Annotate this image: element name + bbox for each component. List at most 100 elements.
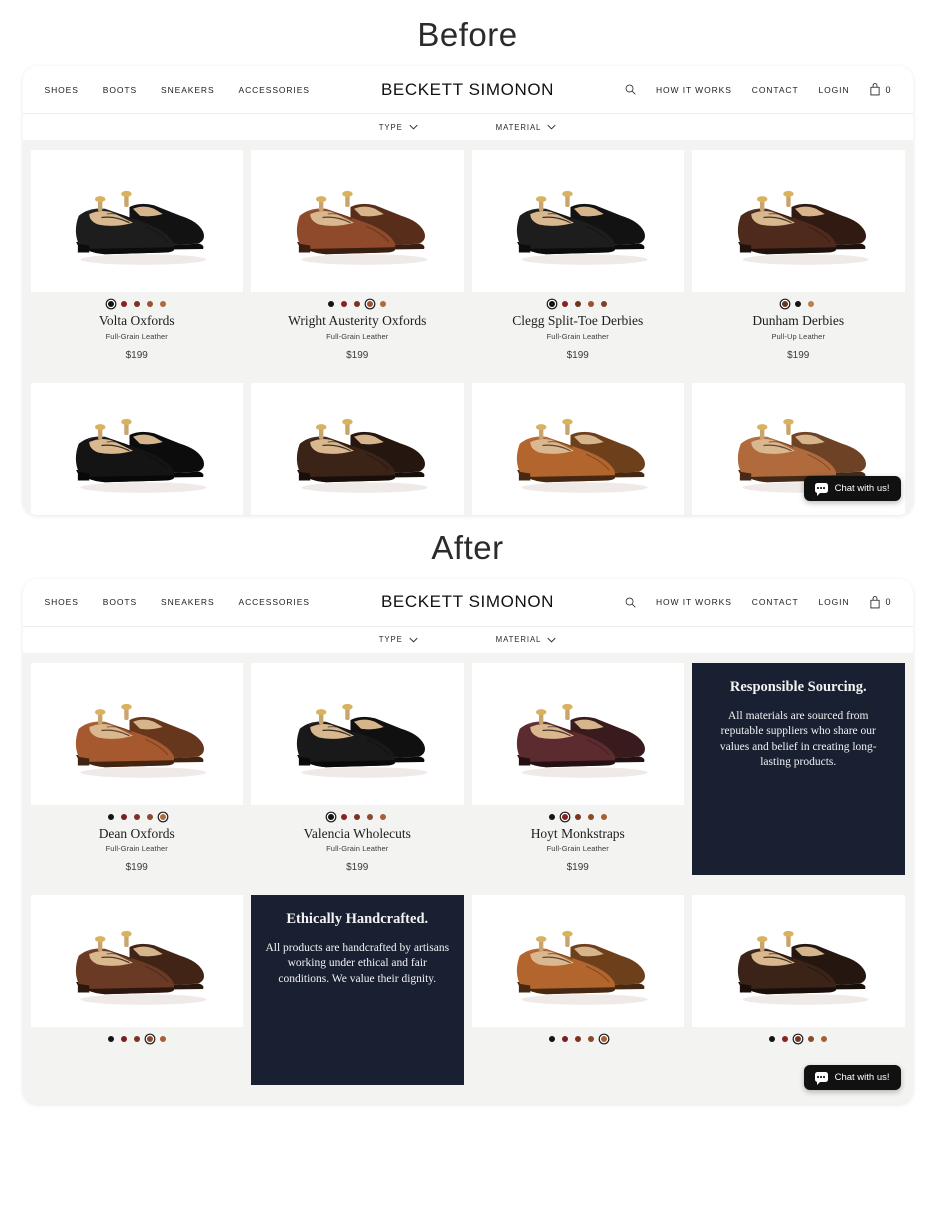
color-swatch[interactable] [341, 813, 348, 820]
product-cell[interactable] [30, 894, 243, 1085]
color-swatch[interactable] [782, 301, 789, 307]
filter-type[interactable]: TYPE [379, 635, 418, 644]
color-swatch[interactable] [367, 813, 374, 820]
filter-material[interactable]: MATERIAL [496, 635, 557, 644]
color-swatch[interactable] [328, 813, 335, 820]
color-swatch[interactable] [782, 1035, 789, 1042]
color-swatch[interactable] [600, 301, 607, 307]
product-name[interactable]: Dean Oxfords [31, 826, 244, 842]
color-swatch[interactable] [561, 813, 568, 820]
color-swatch[interactable] [367, 301, 374, 307]
color-swatch[interactable] [561, 1035, 568, 1042]
product-image-card[interactable] [30, 894, 243, 1027]
color-swatch[interactable] [107, 301, 114, 307]
color-swatch[interactable] [821, 1035, 828, 1042]
color-swatch[interactable] [341, 301, 348, 307]
brand-logo[interactable]: BECKETT SIMONON [381, 80, 554, 100]
nav-link-sneakers[interactable]: SNEAKERS [161, 597, 215, 607]
product-cell[interactable]: Hoyt Monkstraps Full-Grain Leather $199 [471, 662, 685, 875]
color-swatch[interactable] [146, 301, 153, 307]
color-swatch[interactable] [120, 1035, 127, 1042]
color-swatch[interactable] [769, 1035, 776, 1042]
color-swatch[interactable] [574, 301, 581, 307]
product-cell[interactable]: Dean Oxfords Full-Grain Leather $199 [30, 662, 244, 875]
product-name[interactable]: Dunham Derbies [692, 313, 905, 329]
filter-material[interactable]: MATERIAL [496, 123, 557, 132]
product-name[interactable]: Volta Oxfords [31, 313, 244, 329]
color-swatch[interactable] [795, 1035, 802, 1042]
color-swatch[interactable] [380, 813, 387, 820]
product-cell[interactable]: Volta Oxfords Full-Grain Leather $199 [30, 150, 244, 361]
product-cell[interactable] [251, 382, 464, 515]
color-swatch[interactable] [795, 301, 802, 307]
product-image-card[interactable] [251, 662, 464, 805]
color-swatch[interactable] [587, 1035, 594, 1042]
nav-link-sneakers[interactable]: SNEAKERS [161, 85, 215, 95]
product-image-card[interactable] [471, 382, 684, 515]
nav-link-accessories[interactable]: ACCESSORIES [239, 85, 310, 95]
product-image-card[interactable] [30, 382, 243, 515]
color-swatch[interactable] [146, 813, 153, 820]
filter-type[interactable]: TYPE [379, 123, 418, 132]
color-swatch[interactable] [120, 813, 127, 820]
nav-link-contact[interactable]: CONTACT [752, 597, 799, 607]
nav-link-how-it-works[interactable]: HOW IT WORKS [656, 85, 732, 95]
nav-link-boots[interactable]: BOOTS [103, 597, 137, 607]
color-swatch[interactable] [574, 813, 581, 820]
color-swatch[interactable] [380, 301, 387, 307]
color-swatch[interactable] [354, 813, 361, 820]
brand-logo[interactable]: BECKETT SIMONON [381, 592, 554, 612]
color-swatch[interactable] [600, 1035, 607, 1042]
product-image-card[interactable] [471, 662, 684, 805]
product-image-card[interactable] [251, 150, 464, 292]
nav-link-boots[interactable]: BOOTS [103, 85, 137, 95]
product-image-card[interactable] [471, 150, 684, 292]
color-swatch[interactable] [548, 301, 555, 307]
nav-link-login[interactable]: LOGIN [819, 85, 850, 95]
color-swatch[interactable] [808, 1035, 815, 1042]
color-swatch[interactable] [146, 1035, 153, 1042]
product-cell[interactable] [30, 382, 243, 515]
product-cell[interactable] [471, 894, 684, 1085]
product-image-card[interactable] [30, 662, 243, 805]
color-swatch[interactable] [328, 301, 335, 307]
color-swatch[interactable] [587, 301, 594, 307]
product-name[interactable]: Clegg Split-Toe Derbies [472, 313, 685, 329]
color-swatch[interactable] [159, 813, 166, 820]
cart-button[interactable]: 0 [869, 83, 891, 96]
color-swatch[interactable] [159, 301, 166, 307]
color-swatch[interactable] [548, 813, 555, 820]
nav-link-accessories[interactable]: ACCESSORIES [239, 597, 310, 607]
color-swatch[interactable] [107, 813, 114, 820]
chat-widget-after[interactable]: Chat with us! [803, 1064, 901, 1090]
product-cell[interactable]: Wright Austerity Oxfords Full-Grain Leath… [251, 150, 464, 361]
color-swatch[interactable] [600, 813, 607, 820]
color-swatch[interactable] [120, 301, 127, 307]
nav-link-shoes[interactable]: SHOES [45, 597, 79, 607]
color-swatch[interactable] [574, 1035, 581, 1042]
color-swatch[interactable] [133, 1035, 140, 1042]
product-image-card[interactable] [30, 150, 243, 292]
color-swatch[interactable] [587, 813, 594, 820]
product-image-card[interactable] [251, 382, 464, 515]
product-image-card[interactable] [471, 894, 684, 1027]
product-name[interactable]: Hoyt Monkstraps [472, 826, 685, 842]
product-name[interactable]: Wright Austerity Oxfords [251, 313, 464, 329]
color-swatch[interactable] [133, 301, 140, 307]
color-swatch[interactable] [808, 301, 815, 307]
nav-link-shoes[interactable]: SHOES [45, 85, 79, 95]
nav-link-contact[interactable]: CONTACT [752, 85, 799, 95]
search-icon[interactable] [625, 597, 636, 608]
product-cell[interactable] [471, 382, 684, 515]
color-swatch[interactable] [159, 1035, 166, 1042]
product-image-card[interactable] [692, 894, 905, 1027]
product-cell[interactable]: Dunham Derbies Pull-Up Leather $199 [692, 150, 905, 361]
nav-link-login[interactable]: LOGIN [819, 597, 850, 607]
search-icon[interactable] [625, 84, 636, 95]
product-cell[interactable]: Clegg Split-Toe Derbies Full-Grain Leathe… [471, 150, 685, 361]
nav-link-how-it-works[interactable]: HOW IT WORKS [656, 597, 732, 607]
product-cell[interactable] [692, 894, 905, 1085]
product-name[interactable]: Valencia Wholecuts [251, 826, 464, 842]
color-swatch[interactable] [107, 1035, 114, 1042]
color-swatch[interactable] [354, 301, 361, 307]
